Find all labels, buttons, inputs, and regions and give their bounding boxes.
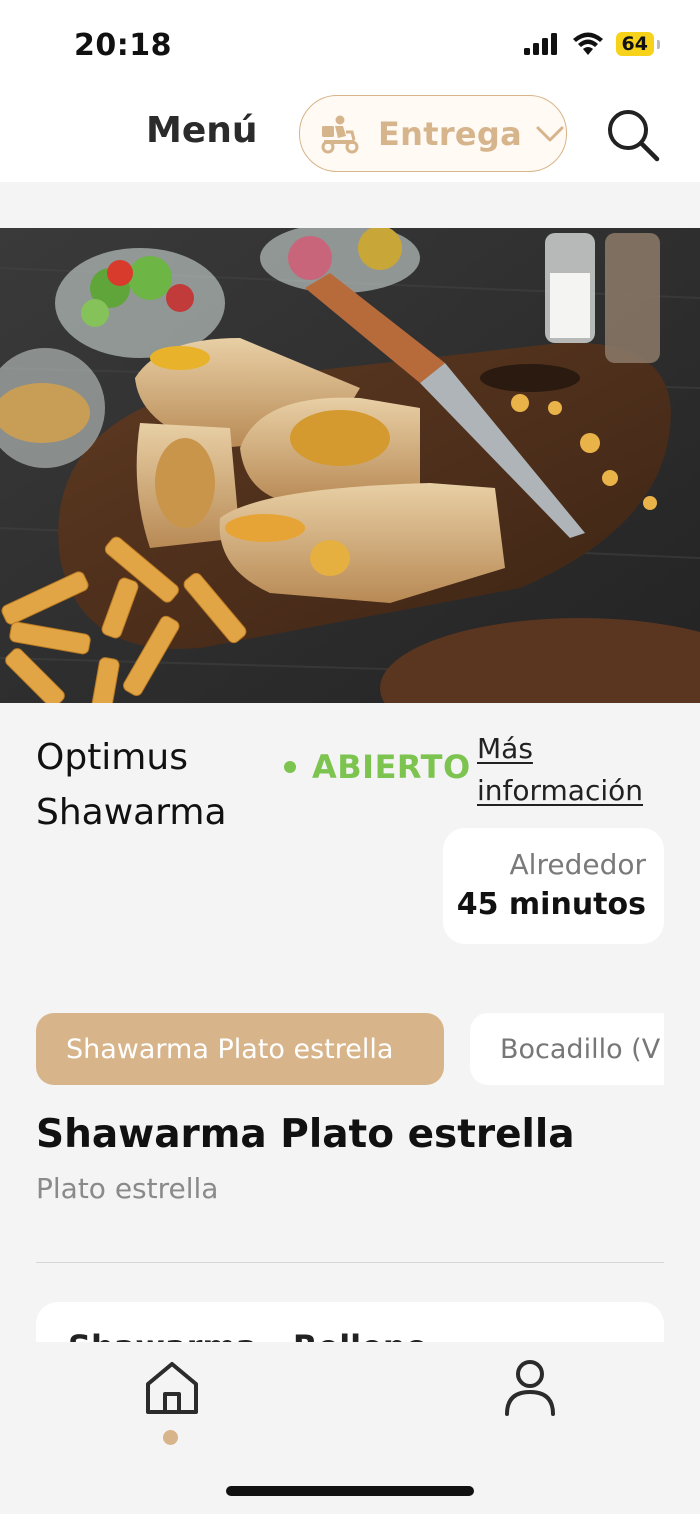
category-tabs: Shawarma Plato estrella Bocadillo (V — [36, 1013, 664, 1085]
chevron-down-icon — [536, 126, 564, 141]
delivery-time-label: Alrededor — [509, 848, 646, 881]
status-dot-icon — [284, 761, 296, 773]
delivery-mode-selector[interactable]: Entrega — [299, 95, 567, 172]
restaurant-hero-image — [0, 228, 700, 703]
home-indicator — [226, 1486, 474, 1496]
category-tab-active[interactable]: Shawarma Plato estrella — [36, 1013, 444, 1085]
home-icon[interactable] — [142, 1358, 202, 1418]
category-tab[interactable]: Bocadillo (V — [470, 1013, 664, 1085]
delivery-time-card: Alrededor 45 minutos — [443, 828, 664, 944]
profile-icon[interactable] — [500, 1358, 560, 1418]
restaurant-name-line2: Shawarma — [36, 792, 227, 833]
open-status: ABIERTO — [284, 748, 471, 786]
wifi-icon — [572, 32, 603, 55]
open-status-label: ABIERTO — [312, 748, 471, 786]
status-icons: 64 — [523, 32, 661, 56]
restaurant-name: Optimus Shawarma — [36, 730, 227, 840]
status-bar: 20:18 64 — [0, 0, 700, 92]
section-title: Shawarma Plato estrella — [36, 1112, 575, 1157]
status-time: 20:18 — [74, 28, 172, 63]
signal-icon — [523, 33, 557, 55]
battery-indicator: 64 — [615, 32, 661, 56]
page-title: Menú — [146, 110, 258, 151]
section-divider — [36, 1262, 664, 1263]
more-info-line2: información — [477, 774, 644, 807]
restaurant-name-line1: Optimus — [36, 737, 188, 778]
more-info-link[interactable]: Más información — [477, 728, 643, 812]
delivery-time-value: 45 minutos — [456, 887, 646, 922]
more-info-line1: Más — [477, 732, 533, 765]
section-subtitle: Plato estrella — [36, 1172, 219, 1205]
active-tab-indicator — [163, 1430, 178, 1445]
app-header: Menú Entrega — [0, 92, 700, 182]
bottom-nav — [0, 1342, 700, 1514]
delivery-mode-label: Entrega — [378, 114, 523, 153]
delivery-scooter-icon — [321, 115, 359, 153]
search-icon[interactable] — [604, 106, 662, 164]
